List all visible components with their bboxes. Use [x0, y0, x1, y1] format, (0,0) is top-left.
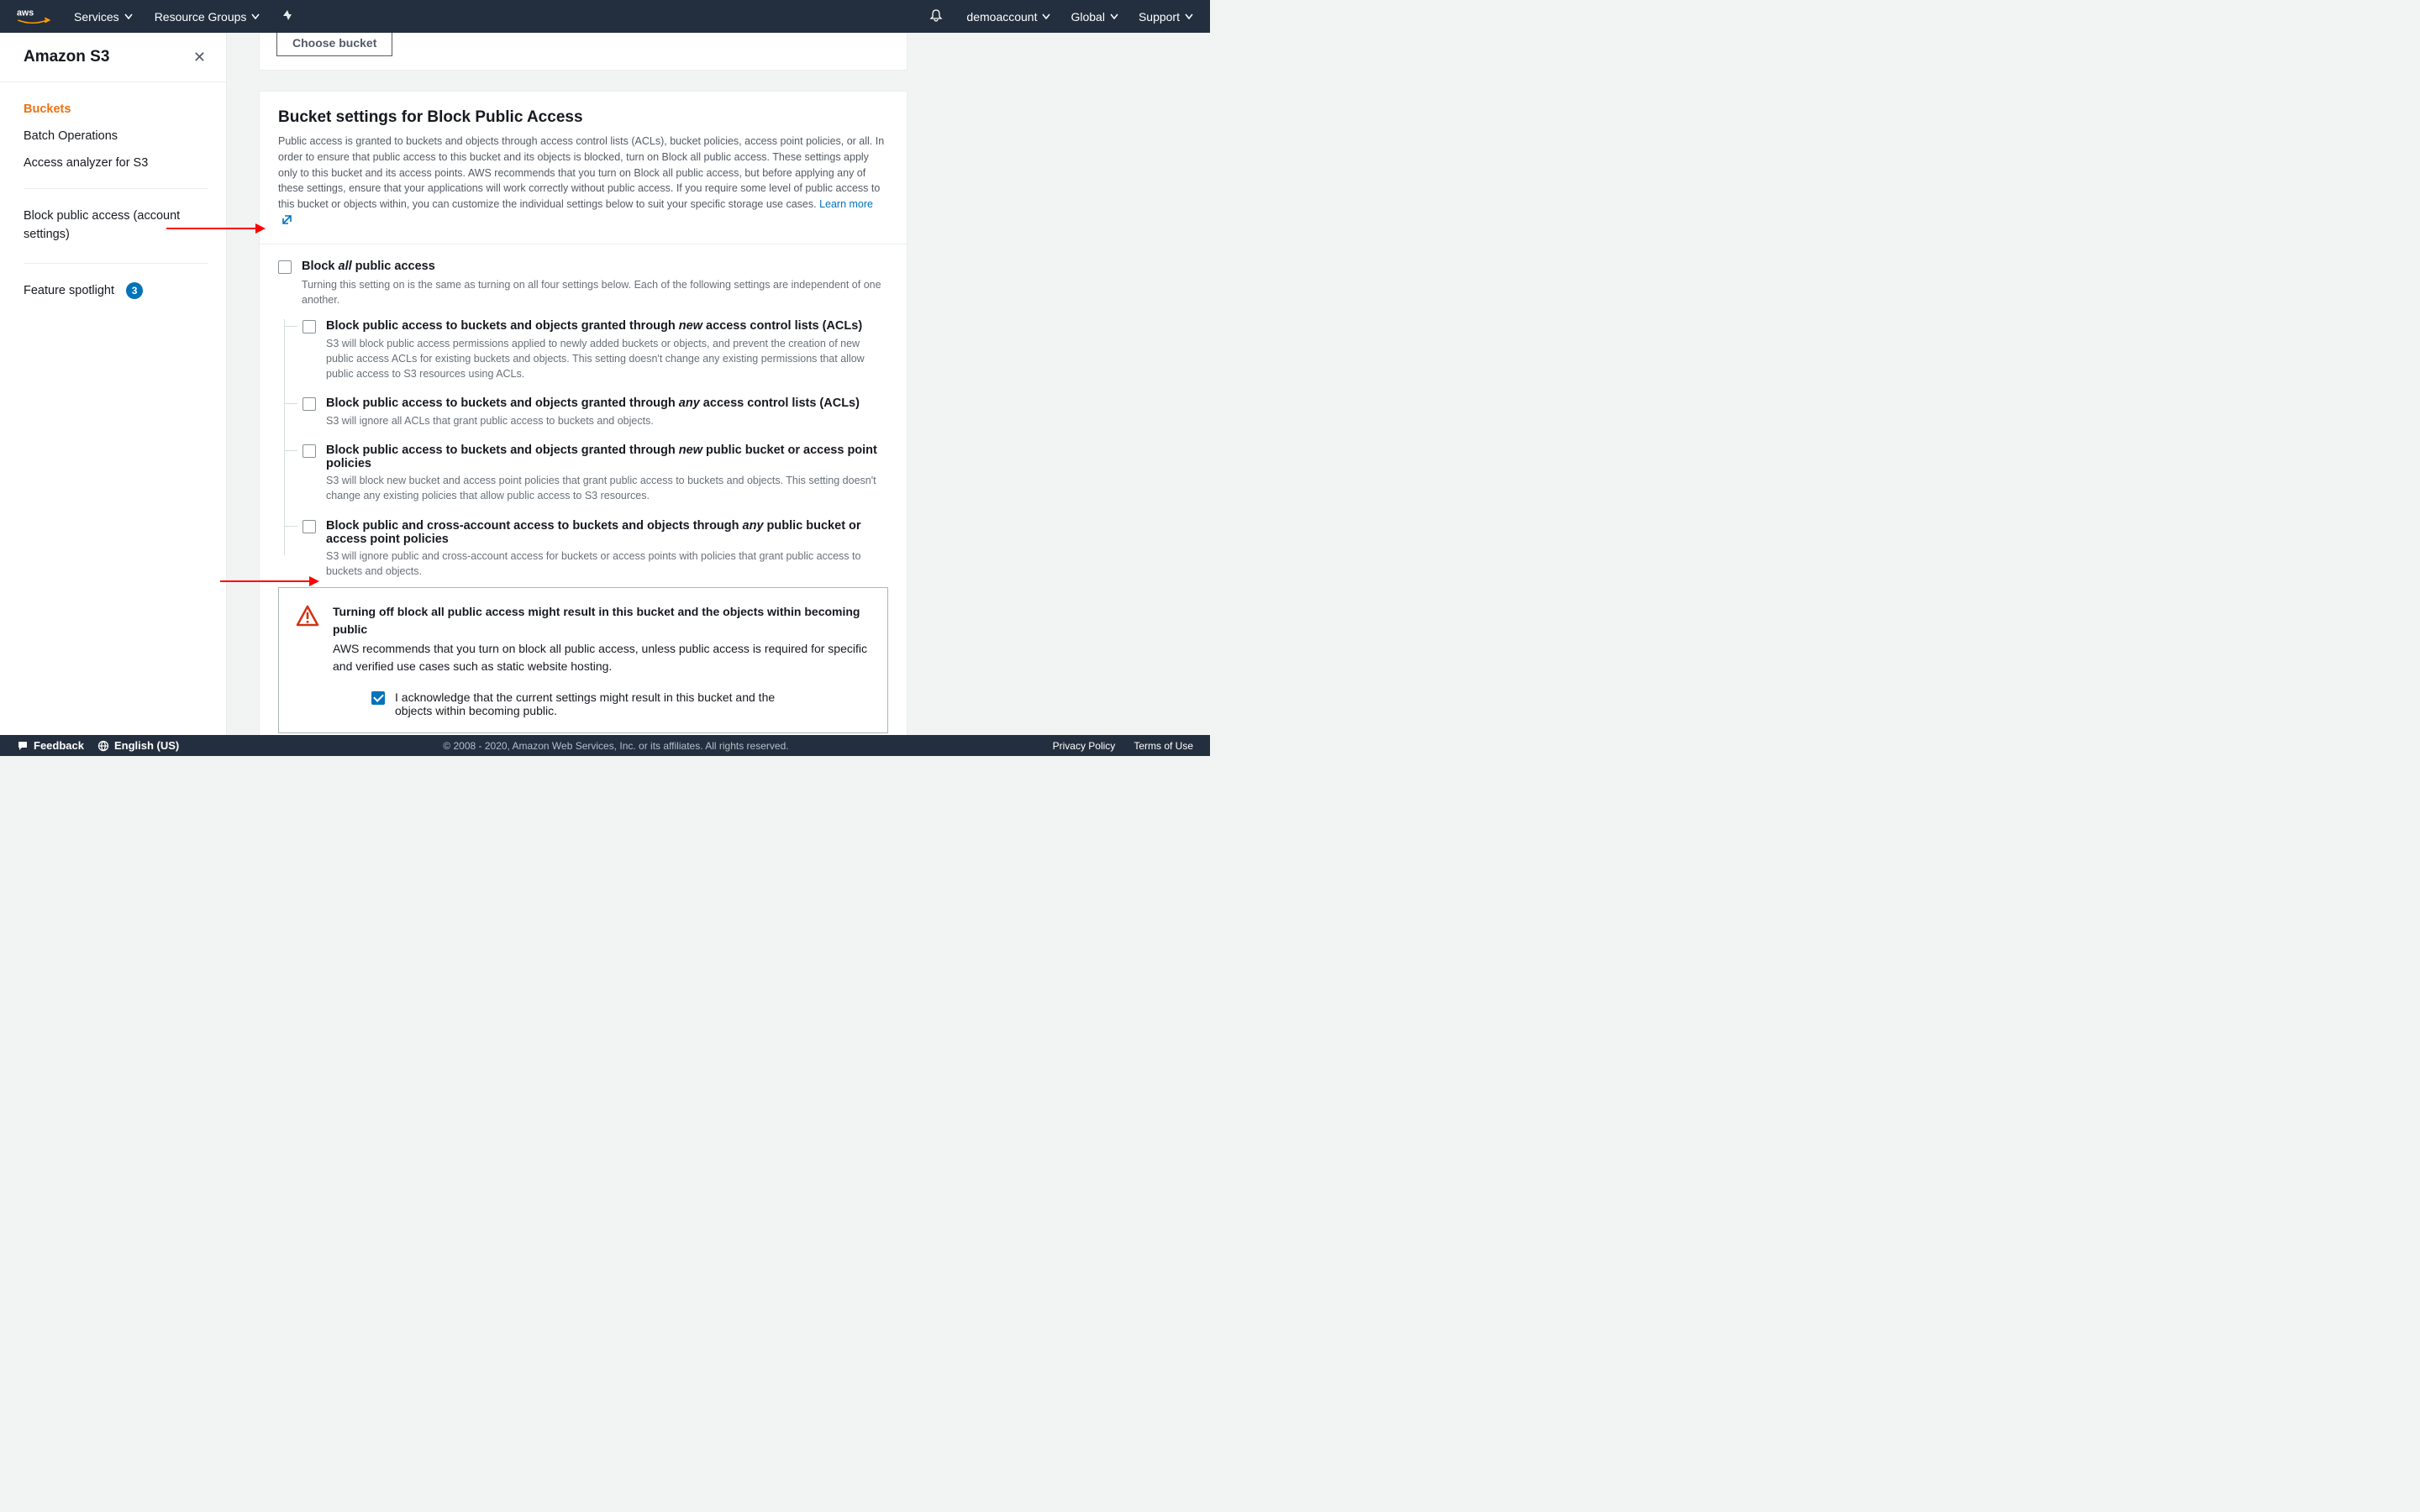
- services-label: Services: [74, 10, 119, 24]
- choose-bucket-button[interactable]: Choose bucket: [276, 33, 392, 56]
- feature-spotlight-label: Feature spotlight: [24, 284, 114, 297]
- external-link-icon: [281, 214, 292, 230]
- warning-body: AWS recommends that you turn on block al…: [333, 640, 871, 675]
- resource-groups-menu[interactable]: Resource Groups: [155, 10, 260, 24]
- support-label: Support: [1139, 10, 1180, 24]
- caret-down-icon: [1185, 13, 1193, 21]
- terms-of-use-link[interactable]: Terms of Use: [1134, 740, 1193, 752]
- block-new-acls-label: Block public access to buckets and objec…: [326, 319, 862, 333]
- service-title: Amazon S3: [24, 48, 109, 66]
- block-new-acls-desc: S3 will block public access permissions …: [326, 336, 888, 381]
- language-label: English (US): [114, 739, 179, 752]
- block-all-desc: Turning this setting on is the same as t…: [302, 277, 888, 307]
- aws-logo[interactable]: aws: [17, 7, 50, 27]
- sidebar-item-access-analyzer[interactable]: Access analyzer for S3: [24, 150, 203, 176]
- block-any-acls-desc: S3 will ignore all ACLs that grant publi…: [326, 413, 888, 428]
- globe-icon: [97, 740, 109, 752]
- close-icon[interactable]: ✕: [193, 49, 206, 66]
- copyright: © 2008 - 2020, Amazon Web Services, Inc.…: [179, 740, 1052, 752]
- sidebar-item-feature-spotlight[interactable]: Feature spotlight 3: [24, 276, 203, 306]
- pin-icon[interactable]: [281, 9, 293, 24]
- divider: [24, 263, 208, 264]
- region-menu[interactable]: Global: [1071, 10, 1118, 24]
- learn-more-label: Learn more: [819, 198, 873, 210]
- svg-text:aws: aws: [17, 8, 34, 18]
- acknowledge-label: I acknowledge that the current settings …: [395, 690, 781, 717]
- speech-bubble-icon: [17, 740, 29, 752]
- sidebar-item-block-public-access[interactable]: Block public access (account settings): [24, 201, 203, 251]
- block-any-acls-label: Block public access to buckets and objec…: [326, 396, 860, 410]
- block-any-policies-label: Block public and cross-account access to…: [326, 519, 888, 546]
- block-all-checkbox[interactable]: [278, 260, 292, 274]
- warning-title: Turning off block all public access migh…: [333, 603, 871, 638]
- bpa-description: Public access is granted to buckets and …: [278, 135, 884, 210]
- block-new-policies-label: Block public access to buckets and objec…: [326, 444, 888, 470]
- resource-groups-label: Resource Groups: [155, 10, 247, 24]
- privacy-policy-link[interactable]: Privacy Policy: [1053, 740, 1116, 752]
- support-menu[interactable]: Support: [1139, 10, 1193, 24]
- bpa-heading: Bucket settings for Block Public Access: [278, 108, 888, 127]
- caret-down-icon: [1110, 13, 1118, 21]
- block-all-label: Block all public access: [302, 260, 435, 273]
- block-any-policies-checkbox[interactable]: [302, 520, 316, 533]
- block-new-policies-desc: S3 will block new bucket and access poin…: [326, 473, 888, 503]
- block-any-acls-checkbox[interactable]: [302, 397, 316, 411]
- notifications-icon[interactable]: [929, 8, 943, 24]
- warning-icon: [296, 605, 319, 717]
- block-new-policies-checkbox[interactable]: [302, 444, 316, 458]
- region-label: Global: [1071, 10, 1104, 24]
- block-any-policies-desc: S3 will ignore public and cross-account …: [326, 549, 888, 579]
- caret-down-icon: [1042, 13, 1050, 21]
- caret-down-icon: [124, 13, 133, 21]
- account-label: demoaccount: [966, 10, 1037, 24]
- language-selector[interactable]: English (US): [97, 739, 179, 752]
- sidebar-item-batch-operations[interactable]: Batch Operations: [24, 123, 203, 150]
- feedback-link[interactable]: Feedback: [17, 739, 84, 752]
- services-menu[interactable]: Services: [74, 10, 133, 24]
- acknowledge-checkbox[interactable]: [371, 691, 385, 705]
- sidebar-item-buckets[interactable]: Buckets: [24, 96, 203, 123]
- caret-down-icon: [251, 13, 260, 21]
- divider: [24, 188, 208, 189]
- block-new-acls-checkbox[interactable]: [302, 320, 316, 333]
- public-access-warning: Turning off block all public access migh…: [278, 587, 888, 733]
- account-menu[interactable]: demoaccount: [966, 10, 1050, 24]
- spotlight-badge: 3: [126, 282, 143, 299]
- feedback-label: Feedback: [34, 739, 84, 752]
